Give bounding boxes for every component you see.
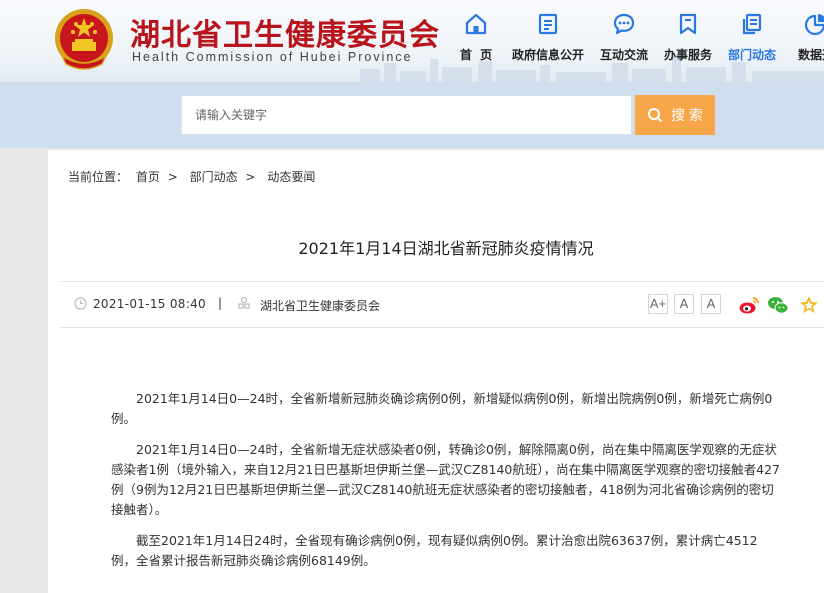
content-panel: 当前位置： 首页 > 部门动态 > 动态要闻 2021年1月14日湖北省新冠肺炎… (48, 150, 824, 593)
nav-item-label: 政府信息公开 (511, 48, 584, 62)
article-meta-bar: 2021-01-15 08:40 | 湖北省卫生健康委员会 A+ A A (61, 281, 824, 328)
nav-item-label: 首 页 (459, 48, 493, 62)
search-input[interactable] (181, 95, 632, 135)
nav-item-gov-info[interactable]: 政府信息公开 (510, 12, 586, 63)
source-icon (238, 296, 250, 309)
publish-date: 2021-01-15 08:40 (93, 297, 206, 311)
national-emblem-logo (55, 9, 113, 70)
favorite-star-icon[interactable] (798, 294, 820, 316)
font-size-increase-label: A+ (649, 296, 667, 311)
breadcrumb-separator: > (245, 170, 256, 184)
site-header: 湖北省卫生健康委员会 Health Commission of Hubei Pr… (0, 0, 824, 82)
breadcrumb: 当前位置： 首页 > 部门动态 > 动态要闻 (68, 168, 315, 185)
site-title-en: Health Commission of Hubei Province (132, 50, 413, 64)
font-size-decrease-label: A (706, 296, 716, 311)
article-title: 2021年1月14日湖北省新冠肺炎疫情情况 (298, 239, 594, 258)
search-band: 搜 索 (0, 82, 824, 148)
breadcrumb-prefix: 当前位置： (68, 170, 129, 184)
article-source: 湖北省卫生健康委员会 (260, 299, 381, 313)
breadcrumb-news-link[interactable]: 动态要闻 (267, 170, 315, 184)
nav-item-label: 数据开 (797, 48, 824, 62)
breadcrumb-dept-news-link[interactable]: 部门动态 (190, 170, 238, 184)
meta-divider: | (218, 296, 223, 310)
font-size-decrease-button[interactable]: A (701, 294, 721, 314)
article-body: 2021年1月14日0—24时，全省新增新冠肺炎确诊病例0例，新增疑似病例0例，… (111, 389, 781, 582)
search-button-label: 搜 索 (671, 107, 703, 123)
font-size-increase-button[interactable]: A+ (648, 294, 668, 314)
article-paragraph: 截至2021年1月14日24时，全省现有确诊病例0例，现有疑似病例0例。累计治愈… (111, 533, 758, 568)
breadcrumb-separator: > (167, 170, 178, 184)
search-icon (648, 108, 663, 123)
article-paragraph: 2021年1月14日0—24时，全省新增无症状感染者0例，转确诊0例，解除隔离0… (111, 442, 780, 517)
site-title-cn[interactable]: 湖北省卫生健康委员会 (130, 10, 440, 54)
article-paragraph: 2021年1月14日0—24时，全省新增新冠肺炎确诊病例0例，新增疑似病例0例，… (111, 391, 773, 426)
chat-bubble-icon (613, 13, 635, 35)
pie-chart-icon (804, 14, 824, 36)
home-icon (465, 13, 487, 35)
breadcrumb-home-link[interactable]: 首页 (136, 170, 160, 184)
font-size-default-button[interactable]: A (674, 294, 694, 314)
clock-icon (74, 297, 87, 310)
copy-document-icon (742, 13, 762, 35)
nav-item-data[interactable]: 数据开 (778, 12, 824, 63)
weibo-share-icon[interactable] (738, 294, 760, 316)
search-button[interactable]: 搜 索 (635, 95, 715, 135)
wechat-share-icon[interactable] (767, 294, 789, 316)
nav-item-home[interactable]: 首 页 (438, 12, 514, 63)
font-size-default-label: A (679, 296, 689, 311)
bookmark-icon (679, 13, 697, 35)
document-icon (538, 13, 558, 35)
